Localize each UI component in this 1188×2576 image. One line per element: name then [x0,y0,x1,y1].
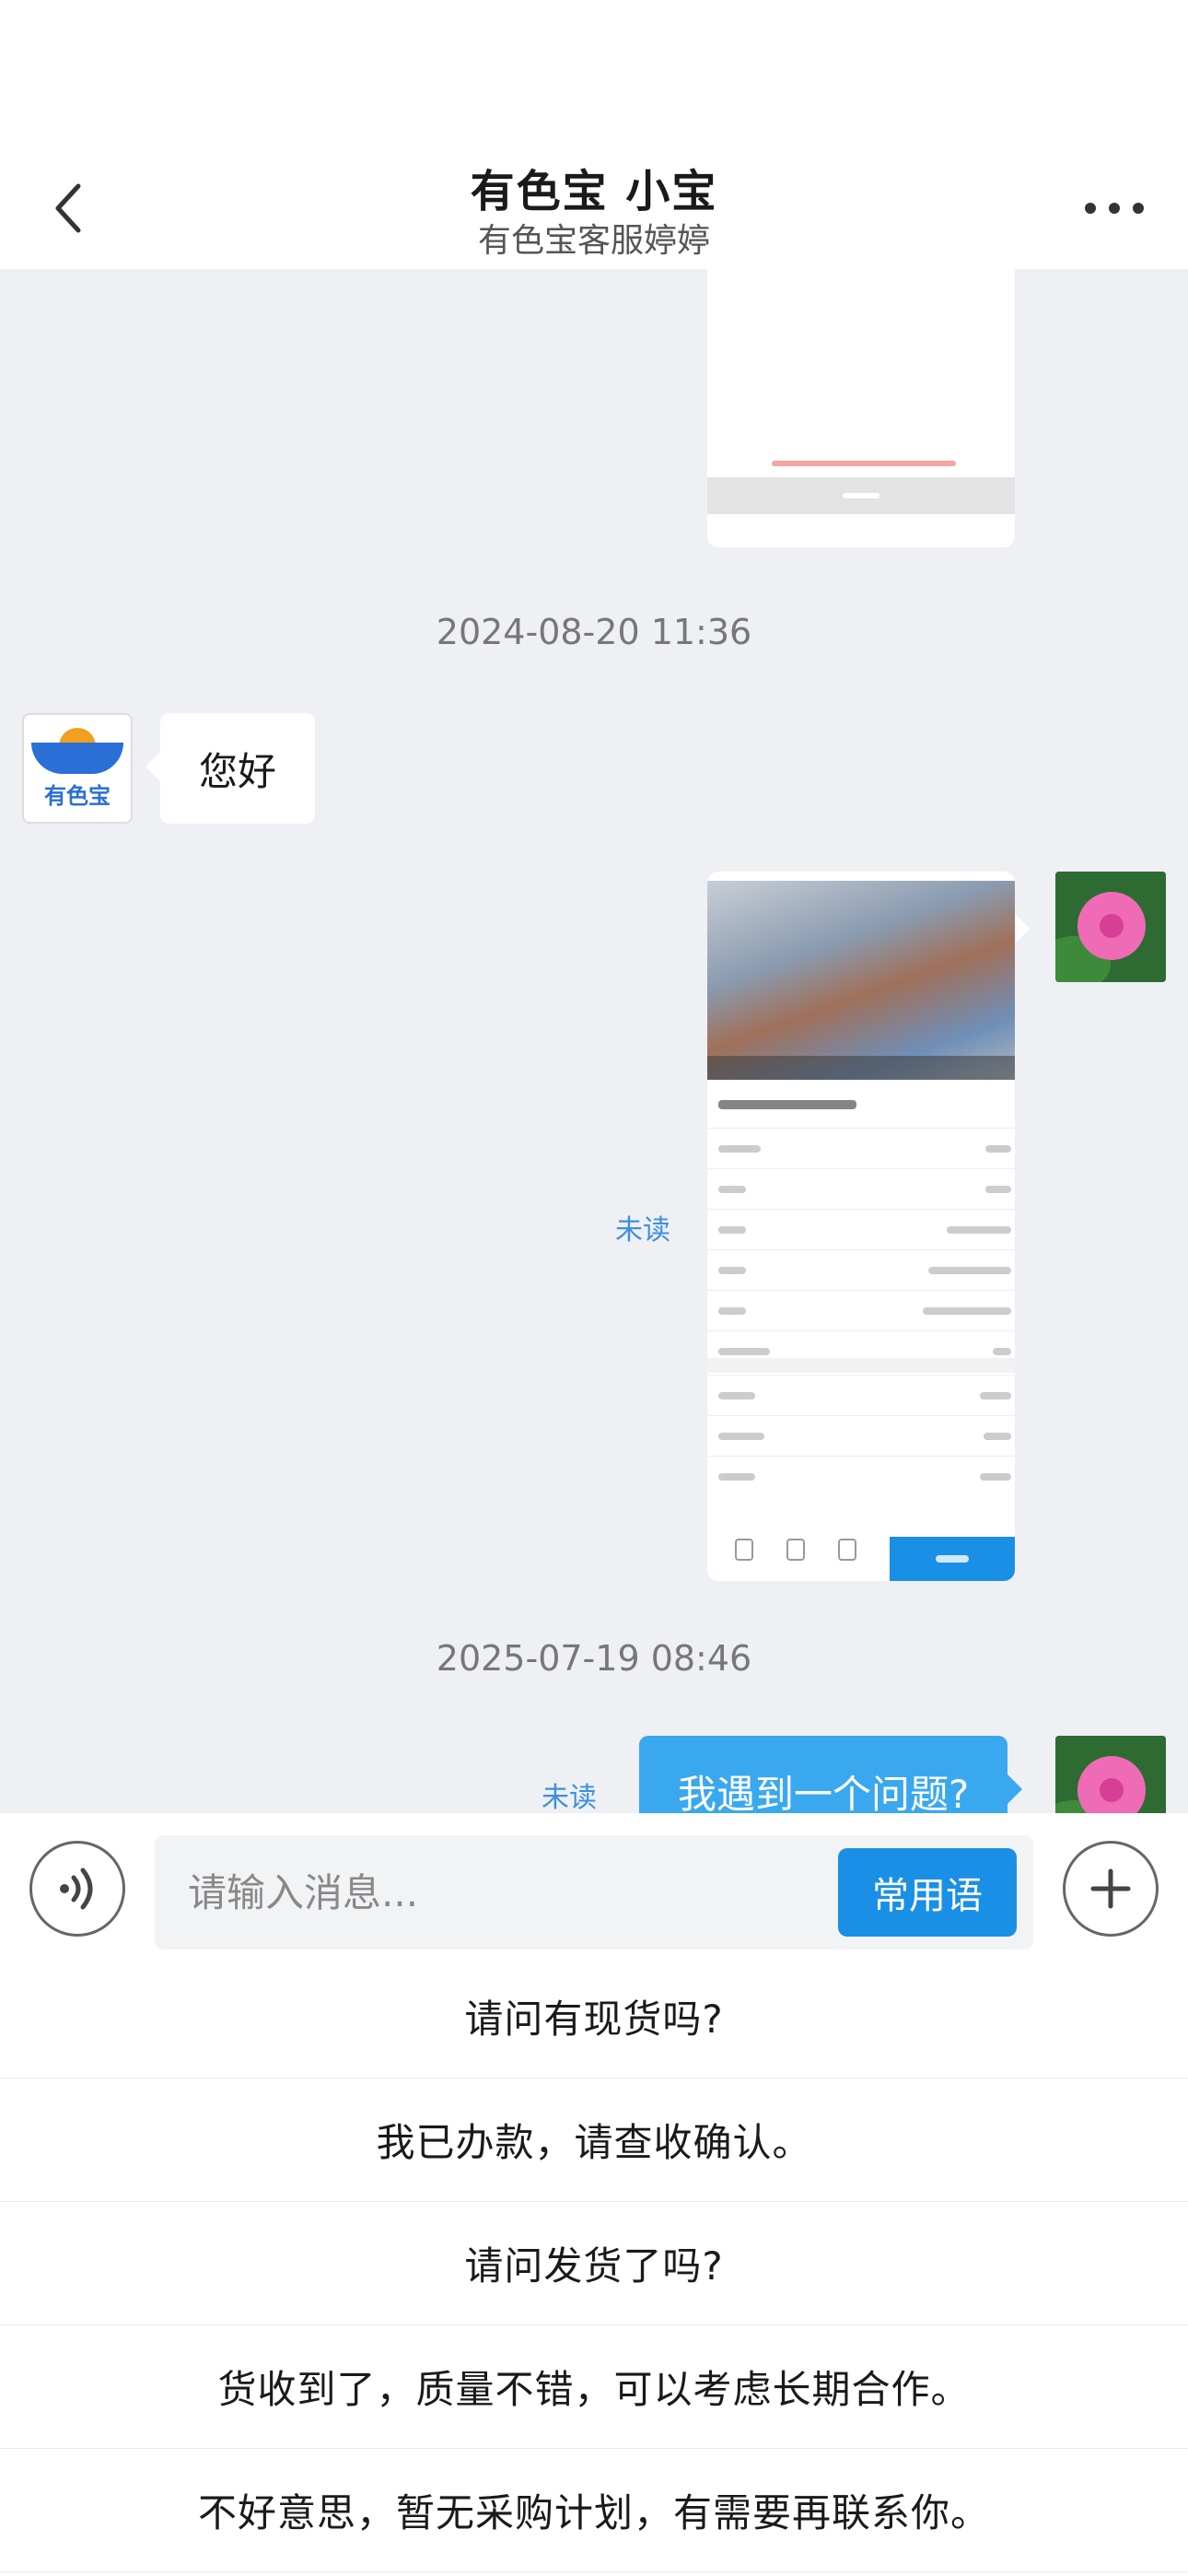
quick-phrases-panel: 请问有现货吗? 我已办款，请查收确认。 请问发货了吗? 货收到了，质量不错，可以… [0,1955,1188,2576]
product-card-message[interactable] [707,872,1015,1581]
product-image [707,881,1015,1080]
quick-phrase-item[interactable]: 我已办款，请查收确认。 [0,2078,1188,2202]
received-message-bubble[interactable]: 您好 [145,713,316,824]
order-button[interactable] [890,1537,1015,1581]
quick-phrase-item[interactable]: 不好意思，暂无采购计划，有需要再联系你。 [0,2449,1188,2572]
voice-icon [60,1868,93,1910]
service-avatar[interactable]: 有色宝 [22,713,133,824]
quick-phrase-item[interactable]: 货收到了，质量不错，可以考虑长期合作。 [0,2325,1188,2449]
unread-label: 未读 [542,1782,597,1813]
message-input-bar: 常用语 [0,1813,1188,1955]
message-input[interactable] [188,1861,833,1924]
chat-header: 有色宝 小宝 有色宝客服婷婷 [0,0,1188,269]
unread-label: 未读 [615,1214,670,1247]
shared-card-previous[interactable] [707,269,1015,547]
user-avatar[interactable] [1055,872,1166,982]
sent-message-bubble[interactable]: 我遇到一个问题? [639,1736,1023,1813]
plus-icon [1090,1868,1131,1909]
more-options-button[interactable] [1077,181,1151,236]
more-horizontal-icon [1085,203,1096,214]
more-actions-button[interactable] [1063,1841,1159,1937]
message-timestamp: 2025-07-19 08:46 [436,1638,752,1679]
user-avatar[interactable] [1055,1736,1166,1813]
message-input-container: 常用语 [155,1835,1033,1950]
page-title: 有色宝 小宝 [470,166,718,217]
message-list[interactable]: 2024-08-20 11:36 有色宝 您好 未读 2025-07-19 08… [0,269,1188,1813]
common-phrases-button[interactable]: 常用语 [838,1848,1017,1937]
page-subtitle: 有色宝客服婷婷 [477,222,710,260]
message-timestamp: 2024-08-20 11:36 [436,612,752,652]
voice-button[interactable] [29,1841,125,1937]
service-logo-text: 有色宝 [44,782,111,809]
quick-phrase-item[interactable]: 请问有现货吗? [0,1955,1188,2078]
quick-phrase-item[interactable]: 请问发货了吗? [0,2202,1188,2325]
